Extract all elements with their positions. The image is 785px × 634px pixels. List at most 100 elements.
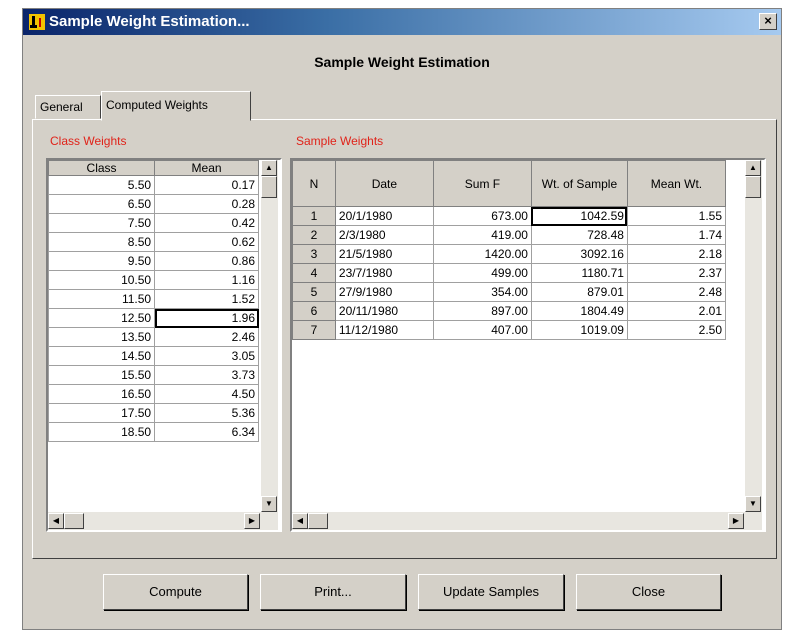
- mean-cell[interactable]: 2.46: [154, 327, 259, 347]
- close-button[interactable]: Close: [576, 574, 721, 610]
- table-row[interactable]: 7.50 0.42: [48, 213, 259, 233]
- date-cell[interactable]: 21/5/1980: [334, 244, 434, 264]
- scroll-left-icon[interactable]: ◀: [292, 513, 308, 529]
- table-row[interactable]: 2 2/3/1980 419.00 728.48 1.74: [292, 225, 727, 245]
- scroll-right-icon[interactable]: ▶: [244, 513, 260, 529]
- sum-f-cell[interactable]: 354.00: [432, 282, 532, 302]
- wt-of-sample-cell[interactable]: 1180.71: [530, 263, 628, 283]
- mean-wt-cell[interactable]: 2.18: [626, 244, 727, 264]
- class-cell[interactable]: 5.50: [48, 175, 156, 195]
- table-row[interactable]: 4 23/7/1980 499.00 1180.71 2.37: [292, 263, 727, 283]
- scroll-left-icon[interactable]: ◀: [48, 513, 64, 529]
- sample-grid-hscroll-thumb[interactable]: [308, 513, 328, 529]
- row-number-cell[interactable]: 5: [292, 282, 336, 302]
- row-number-cell[interactable]: 3: [292, 244, 336, 264]
- mean-cell[interactable]: 1.52: [154, 289, 259, 309]
- date-cell[interactable]: 27/9/1980: [334, 282, 434, 302]
- scroll-right-icon[interactable]: ▶: [728, 513, 744, 529]
- column-header-class[interactable]: Class: [48, 160, 156, 176]
- scroll-down-icon[interactable]: ▼: [261, 496, 277, 512]
- class-cell[interactable]: 8.50: [48, 232, 156, 252]
- mean-wt-cell[interactable]: 2.48: [626, 282, 727, 302]
- class-cell[interactable]: 6.50: [48, 194, 156, 214]
- table-row[interactable]: 17.50 5.36: [48, 403, 259, 423]
- wt-of-sample-cell[interactable]: 879.01: [530, 282, 628, 302]
- mean-wt-cell[interactable]: 2.37: [626, 263, 727, 283]
- mean-cell[interactable]: 0.42: [154, 213, 259, 233]
- mean-cell[interactable]: 3.05: [154, 346, 259, 366]
- table-row[interactable]: 11.50 1.52: [48, 289, 259, 309]
- table-row[interactable]: 13.50 2.46: [48, 327, 259, 347]
- sum-f-cell[interactable]: 897.00: [432, 301, 532, 321]
- class-cell[interactable]: 15.50: [48, 365, 156, 385]
- class-cell[interactable]: 17.50: [48, 403, 156, 423]
- close-window-button[interactable]: ×: [759, 13, 777, 30]
- mean-cell[interactable]: 1.96: [154, 308, 259, 328]
- class-cell[interactable]: 9.50: [48, 251, 156, 271]
- table-row[interactable]: 16.50 4.50: [48, 384, 259, 404]
- title-bar[interactable]: Sample Weight Estimation... ×: [23, 9, 781, 35]
- sum-f-cell[interactable]: 419.00: [432, 225, 532, 245]
- wt-of-sample-cell[interactable]: 1042.59: [530, 206, 628, 226]
- column-header-mean[interactable]: Mean: [154, 160, 259, 176]
- tab-computed-weights[interactable]: Computed Weights: [101, 91, 251, 121]
- table-row[interactable]: 7 11/12/1980 407.00 1019.09 2.50: [292, 320, 727, 340]
- mean-wt-cell[interactable]: 2.50: [626, 320, 727, 340]
- date-cell[interactable]: 20/11/1980: [334, 301, 434, 321]
- mean-cell[interactable]: 5.36: [154, 403, 259, 423]
- row-number-cell[interactable]: 6: [292, 301, 336, 321]
- mean-cell[interactable]: 0.62: [154, 232, 259, 252]
- table-row[interactable]: 18.50 6.34: [48, 422, 259, 442]
- wt-of-sample-cell[interactable]: 1804.49: [530, 301, 628, 321]
- table-row[interactable]: 12.50 1.96: [48, 308, 259, 328]
- class-cell[interactable]: 14.50: [48, 346, 156, 366]
- wt-of-sample-cell[interactable]: 728.48: [530, 225, 628, 245]
- table-row[interactable]: 5 27/9/1980 354.00 879.01 2.48: [292, 282, 727, 302]
- print-button[interactable]: Print...: [260, 574, 406, 610]
- tab-general[interactable]: General: [35, 95, 101, 119]
- table-row[interactable]: 10.50 1.16: [48, 270, 259, 290]
- table-row[interactable]: 6.50 0.28: [48, 194, 259, 214]
- scroll-up-icon[interactable]: ▲: [261, 160, 277, 176]
- class-grid-horizontal-scrollbar[interactable]: ◀ ▶: [48, 512, 278, 530]
- scroll-down-icon[interactable]: ▼: [745, 496, 761, 512]
- column-header-n[interactable]: N: [292, 160, 336, 207]
- column-header-mean-wt[interactable]: Mean Wt.: [626, 160, 727, 207]
- table-row[interactable]: 14.50 3.05: [48, 346, 259, 366]
- date-cell[interactable]: 11/12/1980: [334, 320, 434, 340]
- mean-cell[interactable]: 1.16: [154, 270, 259, 290]
- class-weights-grid[interactable]: Class Mean 5.50 0.17 6.50 0.28 7.50 0.42 8.50 0…: [46, 158, 282, 532]
- mean-cell[interactable]: 0.28: [154, 194, 259, 214]
- table-row[interactable]: 8.50 0.62: [48, 232, 259, 252]
- row-number-cell[interactable]: 1: [292, 206, 336, 226]
- sum-f-cell[interactable]: 673.00: [432, 206, 532, 226]
- wt-of-sample-cell[interactable]: 1019.09: [530, 320, 628, 340]
- row-number-cell[interactable]: 2: [292, 225, 336, 245]
- mean-cell[interactable]: 4.50: [154, 384, 259, 404]
- class-grid-vertical-scrollbar[interactable]: ▲ ▼: [261, 160, 278, 512]
- compute-button[interactable]: Compute: [103, 574, 248, 610]
- row-number-cell[interactable]: 7: [292, 320, 336, 340]
- column-header-date[interactable]: Date: [334, 160, 434, 207]
- mean-cell[interactable]: 0.86: [154, 251, 259, 271]
- update-samples-button[interactable]: Update Samples: [418, 574, 564, 610]
- sum-f-cell[interactable]: 499.00: [432, 263, 532, 283]
- mean-wt-cell[interactable]: 1.55: [626, 206, 727, 226]
- scroll-up-icon[interactable]: ▲: [745, 160, 761, 176]
- table-row[interactable]: 1 20/1/1980 673.00 1042.59 1.55: [292, 206, 727, 226]
- table-row[interactable]: 6 20/11/1980 897.00 1804.49 2.01: [292, 301, 727, 321]
- column-header-wt-of-sample[interactable]: Wt. of Sample: [530, 160, 628, 207]
- sample-grid-horizontal-scrollbar[interactable]: ◀ ▶: [292, 512, 762, 530]
- class-cell[interactable]: 12.50: [48, 308, 156, 328]
- table-row[interactable]: 5.50 0.17: [48, 175, 259, 195]
- sum-f-cell[interactable]: 407.00: [432, 320, 532, 340]
- class-cell[interactable]: 11.50: [48, 289, 156, 309]
- sum-f-cell[interactable]: 1420.00: [432, 244, 532, 264]
- sample-grid-vertical-scrollbar[interactable]: ▲ ▼: [745, 160, 762, 512]
- class-cell[interactable]: 16.50: [48, 384, 156, 404]
- mean-wt-cell[interactable]: 1.74: [626, 225, 727, 245]
- date-cell[interactable]: 23/7/1980: [334, 263, 434, 283]
- mean-cell[interactable]: 3.73: [154, 365, 259, 385]
- date-cell[interactable]: 20/1/1980: [334, 206, 434, 226]
- date-cell[interactable]: 2/3/1980: [334, 225, 434, 245]
